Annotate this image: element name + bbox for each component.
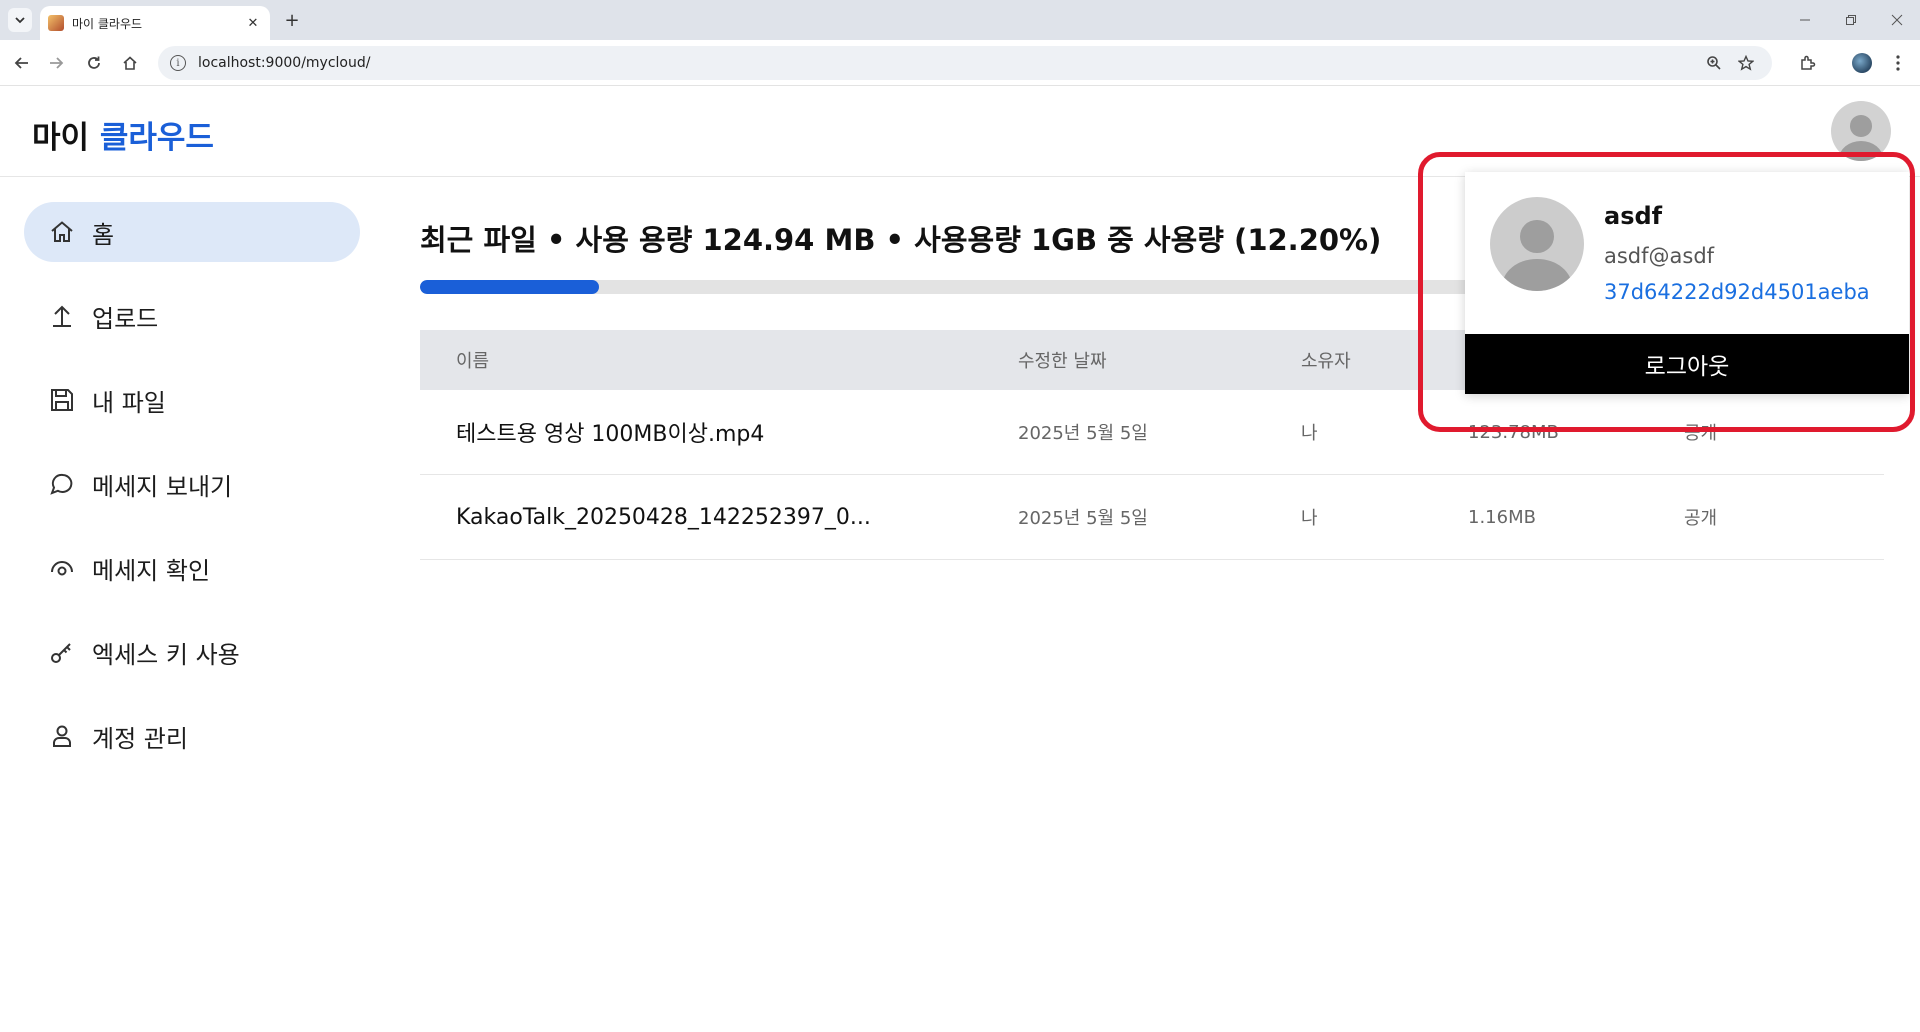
site-info-icon[interactable]: i <box>170 55 186 71</box>
extensions-icon[interactable] <box>1794 49 1822 77</box>
sidebar-item-label: 계정 관리 <box>92 724 188 753</box>
home-page-icon[interactable] <box>116 49 144 77</box>
restore-icon[interactable] <box>1828 0 1874 40</box>
back-icon[interactable] <box>8 49 36 77</box>
browser-tabstrip: 마이 클라우드 ✕ + <box>0 0 1920 40</box>
file-size: 1.16MB <box>1468 506 1536 528</box>
file-name[interactable]: KakaoTalk_20250428_142252397_0... <box>420 505 1018 530</box>
browser-toolbar: i localhost:9000/mycloud/ <box>0 40 1920 86</box>
chat-icon <box>48 470 76 498</box>
window-controls <box>1782 0 1920 40</box>
file-modified: 2025년 5월 5일 <box>1018 508 1148 529</box>
bookmark-star-icon[interactable] <box>1732 49 1760 77</box>
sidebar-item-label: 메세지 보내기 <box>92 472 233 501</box>
sidebar-item-send-message[interactable]: 메세지 보내기 <box>24 454 360 514</box>
chevron-down-icon <box>15 17 25 24</box>
storage-progress-fill <box>420 280 599 294</box>
address-bar[interactable]: i localhost:9000/mycloud/ <box>158 46 1772 80</box>
file-name[interactable]: 테스트용 영상 100MB이상.mp4 <box>420 416 1018 448</box>
avatar-head-shape <box>1850 115 1872 137</box>
tab-title: 마이 클라우드 <box>72 16 143 31</box>
browser-tab[interactable]: 마이 클라우드 ✕ <box>40 6 270 40</box>
page-title: 최근 파일 • 사용 용량 124.94 MB • 사용용량 1GB 중 사용량… <box>420 223 1382 257</box>
brand-text-part1: 마이 <box>32 120 90 156</box>
person-icon <box>48 722 76 750</box>
sidebar-item-account[interactable]: 계정 관리 <box>24 706 360 766</box>
reload-icon[interactable] <box>80 49 108 77</box>
column-header-name[interactable]: 이름 <box>420 347 1018 373</box>
sidebar-item-label: 엑세스 키 사용 <box>92 640 240 669</box>
sidebar-item-home[interactable]: 홈 <box>24 202 360 262</box>
table-row[interactable]: KakaoTalk_20250428_142252397_0... 2025년 … <box>420 475 1884 560</box>
new-tab-button[interactable]: + <box>280 8 304 32</box>
upload-icon <box>48 302 76 330</box>
file-sharing: 공개 <box>1684 508 1718 529</box>
close-window-icon[interactable] <box>1874 0 1920 40</box>
key-icon <box>48 638 76 666</box>
url-text[interactable]: localhost:9000/mycloud/ <box>198 55 1696 71</box>
app-logo[interactable]: 마이 클라우드 <box>32 112 214 157</box>
kebab-menu-icon[interactable] <box>1884 49 1912 77</box>
zoom-icon[interactable] <box>1700 49 1728 77</box>
sidebar-item-check-message[interactable]: 메세지 확인 <box>24 538 360 598</box>
forward-icon[interactable] <box>42 49 70 77</box>
sidebar-item-label: 메세지 확인 <box>92 556 211 585</box>
sidebar-item-label: 업로드 <box>92 304 159 333</box>
file-modified: 2025년 5월 5일 <box>1018 423 1148 444</box>
brand-text-part2: 클라우드 <box>99 120 214 156</box>
column-header-modified[interactable]: 수정한 날짜 <box>1018 347 1301 373</box>
sidebar-item-label: 홈 <box>92 220 115 249</box>
favicon-icon <box>48 15 64 31</box>
eye-icon <box>48 554 76 582</box>
red-highlight-annotation <box>1418 152 1915 432</box>
sidebar-item-upload[interactable]: 업로드 <box>24 286 360 346</box>
profile-icon[interactable] <box>1848 49 1876 77</box>
profile-avatar-icon <box>1852 53 1872 73</box>
minimize-icon[interactable] <box>1782 0 1828 40</box>
save-icon <box>48 386 76 414</box>
tab-search-button[interactable] <box>8 8 32 32</box>
sidebar-item-my-files[interactable]: 내 파일 <box>24 370 360 430</box>
close-tab-icon[interactable]: ✕ <box>244 14 262 32</box>
sidebar-item-label: 내 파일 <box>92 388 166 417</box>
home-icon <box>48 218 76 246</box>
sidebar-item-access-key[interactable]: 엑세스 키 사용 <box>24 622 360 682</box>
file-owner: 나 <box>1301 508 1318 529</box>
